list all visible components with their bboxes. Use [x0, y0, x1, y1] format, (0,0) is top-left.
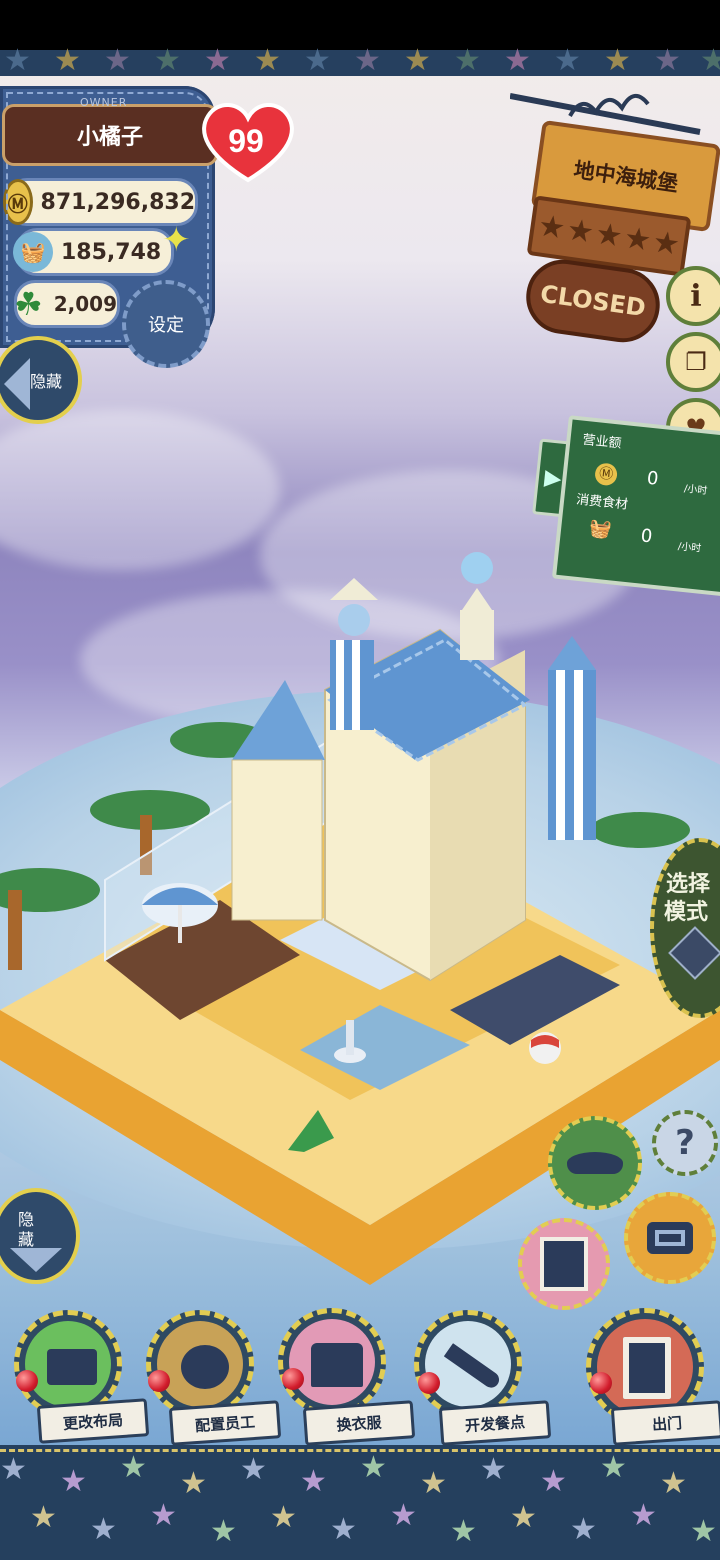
- info-button[interactable]: i: [666, 266, 720, 326]
- gallery-button[interactable]: [518, 1218, 610, 1310]
- consume-unit: /小时: [677, 541, 702, 555]
- pin-icon: [418, 1372, 440, 1394]
- game-screen: ★ ★ ★ ★ ★ ★ ★ ★ ★ ★ ★ ★ ★ ★ ★ Ⓜ 871,296,…: [0, 0, 720, 1560]
- cube-icon: [668, 926, 720, 980]
- camera-button[interactable]: [624, 1192, 716, 1284]
- develop-menu-label: 开发餐点: [438, 1400, 552, 1446]
- gallery-icon: [540, 1237, 588, 1291]
- arrow-right-icon: ▶: [543, 464, 563, 492]
- consume-value: 0: [639, 525, 654, 548]
- hide-down-label: 隐藏: [18, 1210, 35, 1249]
- shirt-icon: [311, 1343, 363, 1387]
- sales-board: 营业额 Ⓜ 0 /小时 消费食材 🧺 0 /小时: [551, 415, 720, 597]
- money-counter: Ⓜ 871,296,832: [3, 178, 198, 226]
- revenue-value: 0: [645, 467, 660, 490]
- money-value: 871,296,832: [40, 189, 195, 215]
- owner-name-plate: 小橘子: [2, 104, 218, 166]
- pin-icon: [148, 1370, 170, 1392]
- owner-label: OWNER: [80, 96, 128, 109]
- ingredients-counter: 🧺 185,748: [13, 228, 174, 276]
- develop-menu-button[interactable]: [414, 1310, 522, 1418]
- change-clothes-label: 换衣服: [302, 1400, 416, 1446]
- bottom-star-border: ★ ★ ★ ★ ★ ★ ★ ★ ★ ★ ★ ★ ★ ★ ★ ★ ★ ★ ★ ★ …: [0, 1445, 720, 1560]
- change-clothes-button[interactable]: [278, 1308, 386, 1416]
- pin-icon: [590, 1372, 612, 1394]
- staff-button[interactable]: [146, 1310, 254, 1418]
- ingredients-value: 185,748: [61, 239, 162, 265]
- rating-star: ★: [593, 216, 625, 255]
- clover-value: 2,009: [53, 292, 117, 316]
- arrow-left-icon: [4, 358, 30, 410]
- coin-icon: Ⓜ: [3, 179, 33, 225]
- ingredient-basket-icon: 🧺: [588, 517, 613, 542]
- change-layout-label: 更改布局: [36, 1398, 150, 1444]
- clover-counter: ☘ 2,009: [14, 280, 120, 328]
- table-icon: [47, 1349, 97, 1385]
- level-heart-badge: 99: [202, 103, 294, 183]
- help-button[interactable]: ?: [652, 1110, 718, 1176]
- mode-label-line2: 模式: [664, 900, 709, 925]
- rating-star: ★: [536, 208, 568, 247]
- owner-name: 小橘子: [76, 125, 143, 150]
- settings-button[interactable]: 设定: [122, 280, 210, 368]
- shop-status: CLOSED: [538, 279, 648, 323]
- shop-name: 地中海城堡: [572, 157, 680, 197]
- revenue-unit: /小时: [683, 483, 708, 497]
- rating-star: ★: [564, 212, 597, 251]
- arrow-down-icon: [10, 1248, 62, 1272]
- pin-icon: [16, 1370, 38, 1392]
- rating-star: ★: [650, 224, 683, 263]
- info-icon: i: [690, 278, 702, 314]
- book-button[interactable]: ❐: [666, 332, 720, 392]
- hat-icon: [567, 1152, 623, 1174]
- sparkle-icon: ✦: [162, 220, 191, 260]
- door-icon: [623, 1337, 671, 1399]
- camera-icon: [647, 1222, 693, 1254]
- book-icon: ❐: [685, 348, 707, 376]
- rating-star: ★: [621, 220, 654, 259]
- hide-left-label: 隐藏: [29, 372, 62, 391]
- staff-label: 配置员工: [168, 1400, 282, 1446]
- settings-label: 设定: [148, 315, 184, 336]
- coin-icon: Ⓜ: [593, 462, 619, 487]
- pin-icon: [282, 1368, 304, 1390]
- ingredient-basket-icon: 🧺: [13, 232, 53, 272]
- clover-icon: ☘: [14, 285, 43, 323]
- revenue-label: 营业额: [581, 432, 623, 452]
- costume-hat-button[interactable]: [548, 1116, 642, 1210]
- consume-label: 消费食材: [575, 492, 629, 513]
- level-value: 99: [228, 123, 264, 159]
- help-icon: ?: [675, 1123, 695, 1163]
- bear-icon: [181, 1345, 229, 1389]
- go-out-label: 出门: [610, 1400, 720, 1446]
